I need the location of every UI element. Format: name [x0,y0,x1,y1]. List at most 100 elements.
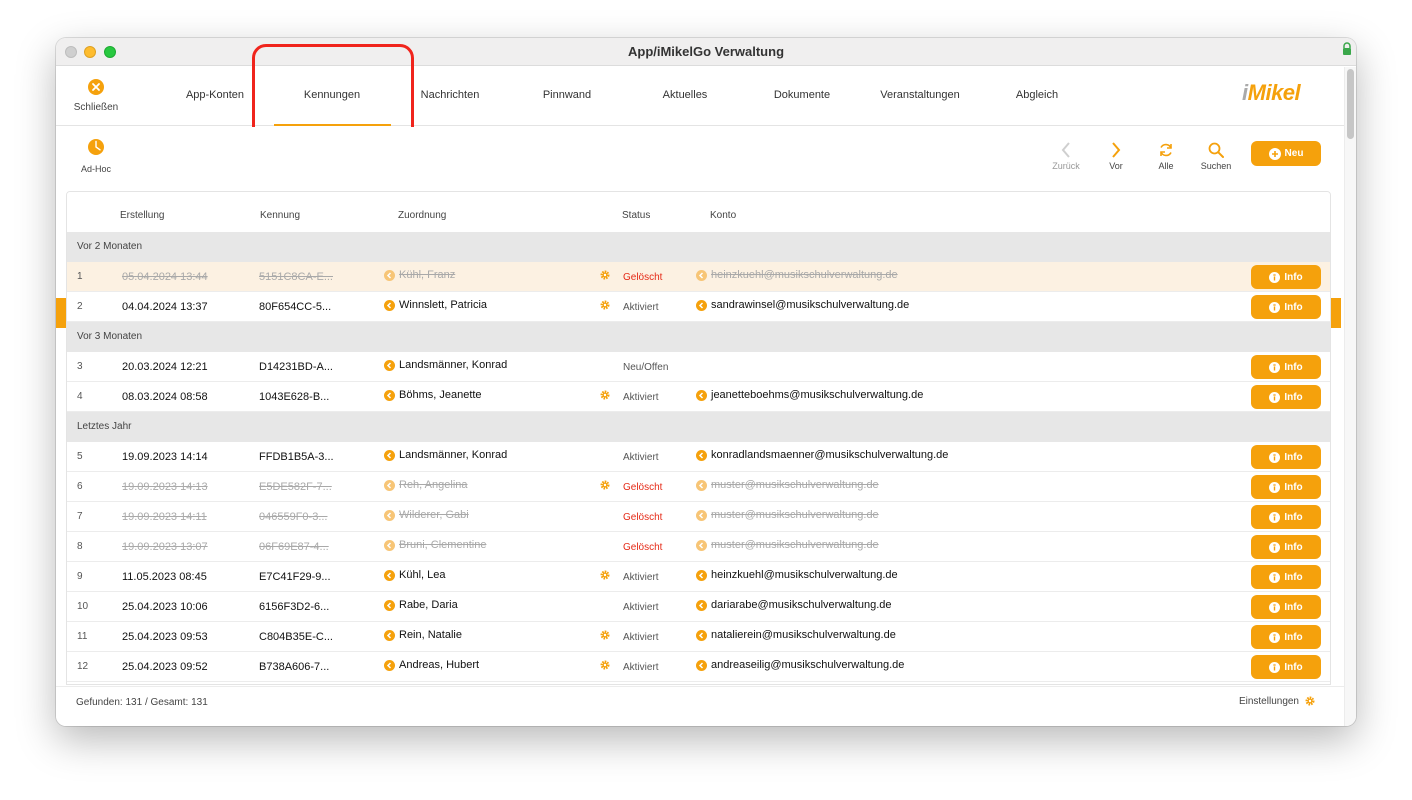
link-arrow-icon[interactable] [696,539,707,551]
row-zuordnung[interactable]: Kühl, Lea [384,569,445,581]
tab-pinnwand[interactable]: Pinnwand [508,89,626,101]
link-arrow-icon[interactable] [384,299,395,311]
link-arrow-icon[interactable] [696,479,707,491]
row-konto[interactable]: jeanetteboehms@musikschulverwaltung.de [696,389,923,401]
link-arrow-icon[interactable] [384,359,395,371]
link-arrow-icon[interactable] [384,509,395,521]
new-button[interactable]: Neu [1251,141,1321,166]
tab-aktuelles[interactable]: Aktuelles [626,89,744,101]
tab-veranstaltungen[interactable]: Veranstaltungen [861,89,979,101]
info-button[interactable]: Info [1251,445,1321,469]
info-button[interactable]: Info [1251,565,1321,589]
table-row[interactable]: 1 05.04.2024 13:44 5151C8CA-E... Kühl, Fran… [67,262,1330,292]
info-button[interactable]: Info [1251,265,1321,289]
table-row[interactable]: 2 04.04.2024 13:37 80F654CC-5... Winnslett,… [67,292,1330,322]
header-kennung[interactable]: Kennung [260,210,300,221]
gear-icon[interactable] [599,299,611,311]
link-arrow-icon[interactable] [384,539,395,551]
tab-abgleich[interactable]: Abgleich [978,89,1096,101]
info-button[interactable]: Info [1251,385,1321,409]
row-konto[interactable]: muster@musikschulverwaltung.de [696,479,879,491]
row-konto[interactable]: sandrawinsel@musikschulverwaltung.de [696,299,909,311]
info-button[interactable]: Info [1251,625,1321,649]
header-konto[interactable]: Konto [710,210,736,221]
search-button[interactable]: Suchen [1194,139,1238,171]
header-zuordnung[interactable]: Zuordnung [398,210,446,221]
link-arrow-icon[interactable] [696,449,707,461]
status-text: Neu/Offen [623,362,669,373]
header-status[interactable]: Status [622,210,650,221]
vertical-scrollbar[interactable] [1344,67,1356,726]
table-row[interactable]: 11 25.04.2023 09:53 C804B35E-C... Rein, Nat… [67,622,1330,652]
link-arrow-icon[interactable] [696,629,707,641]
row-konto[interactable]: konradlandsmaenner@musikschulverwaltung.… [696,449,948,461]
forward-button[interactable]: Vor [1094,139,1138,171]
header-erstellung[interactable]: Erstellung [120,210,164,221]
row-konto[interactable]: muster@musikschulverwaltung.de [696,509,879,521]
gear-icon[interactable] [599,569,611,581]
tab-dokumente[interactable]: Dokumente [743,89,861,101]
row-konto[interactable]: natalierein@musikschulverwaltung.de [696,629,896,641]
link-arrow-icon[interactable] [384,269,395,281]
row-zuordnung[interactable]: Rein, Natalie [384,629,462,641]
table-row[interactable]: 5 19.09.2023 14:14 FFDB1B5A-3... Landsmänne… [67,442,1330,472]
gear-icon[interactable] [599,659,611,671]
link-arrow-icon[interactable] [696,509,707,521]
row-zuordnung[interactable]: Wilderer, Gabi [384,509,469,521]
link-arrow-icon[interactable] [696,659,707,671]
info-button[interactable]: Info [1251,505,1321,529]
info-button[interactable]: Info [1251,595,1321,619]
link-arrow-icon[interactable] [384,659,395,671]
settings-button[interactable]: Einstellungen [1239,695,1316,707]
table-row[interactable]: 4 08.03.2024 08:58 1043E628-B... Böhms, Jea… [67,382,1330,412]
back-button[interactable]: Zurück [1044,139,1088,171]
row-konto[interactable]: heinzkuehl@musikschulverwaltung.de [696,569,898,581]
link-arrow-icon[interactable] [696,569,707,581]
gear-icon[interactable] [599,629,611,641]
row-zuordnung[interactable]: Bruni, Clementine [384,539,486,551]
info-button[interactable]: Info [1251,655,1321,679]
link-arrow-icon[interactable] [696,389,707,401]
row-zuordnung[interactable]: Böhms, Jeanette [384,389,482,401]
info-icon [1269,271,1281,283]
row-zuordnung[interactable]: Reh, Angelina [384,479,468,491]
table-row[interactable]: 9 11.05.2023 08:45 E7C41F29-9... Kühl, Lea A… [67,562,1330,592]
link-arrow-icon[interactable] [384,569,395,581]
link-arrow-icon[interactable] [696,269,707,281]
table-row[interactable]: 12 25.04.2023 09:52 B738A606-7... Andreas, … [67,652,1330,682]
row-konto[interactable]: heinzkuehl@musikschulverwaltung.de [696,269,898,281]
table-row[interactable]: 6 19.09.2023 14:13 E5DE582F-7... Reh, Angel… [67,472,1330,502]
info-button[interactable]: Info [1251,355,1321,379]
table-row[interactable]: 8 19.09.2023 13:07 06F69E87-4... Bruni, Cle… [67,532,1330,562]
link-arrow-icon[interactable] [384,479,395,491]
link-arrow-icon[interactable] [384,449,395,461]
all-button[interactable]: Alle [1144,139,1188,171]
info-button[interactable]: Info [1251,475,1321,499]
row-konto[interactable]: dariarabe@musikschulverwaltung.de [696,599,892,611]
link-arrow-icon[interactable] [384,599,395,611]
link-arrow-icon[interactable] [384,629,395,641]
close-button[interactable]: Schließen [66,79,126,113]
row-zuordnung[interactable]: Winnslett, Patricia [384,299,487,311]
scrollbar-thumb[interactable] [1347,69,1354,139]
row-zuordnung[interactable]: Andreas, Hubert [384,659,479,671]
adhoc-button[interactable]: Ad-Hoc [70,139,122,174]
table-row[interactable]: 3 20.03.2024 12:21 D14231BD-A... Landsmänne… [67,352,1330,382]
link-arrow-icon[interactable] [696,599,707,611]
gear-icon[interactable] [599,389,611,401]
row-konto[interactable]: andreaseilig@musikschulverwaltung.de [696,659,904,671]
gear-icon[interactable] [599,269,611,281]
row-zuordnung[interactable]: Kühl, Franz [384,269,455,281]
row-zuordnung[interactable]: Landsmänner, Konrad [384,449,507,461]
row-zuordnung[interactable]: Landsmänner, Konrad [384,359,507,371]
row-konto[interactable]: muster@musikschulverwaltung.de [696,539,879,551]
link-arrow-icon[interactable] [696,299,707,311]
row-zuordnung[interactable]: Rabe, Daria [384,599,458,611]
table-row[interactable]: 7 19.09.2023 14:11 046559F0-3... Wilderer, … [67,502,1330,532]
info-button[interactable]: Info [1251,535,1321,559]
konto-email: andreaseilig@musikschulverwaltung.de [711,659,905,671]
link-arrow-icon[interactable] [384,389,395,401]
gear-icon[interactable] [599,479,611,491]
info-button[interactable]: Info [1251,295,1321,319]
table-row[interactable]: 10 25.04.2023 10:06 6156F3D2-6... Rabe, Dar… [67,592,1330,622]
